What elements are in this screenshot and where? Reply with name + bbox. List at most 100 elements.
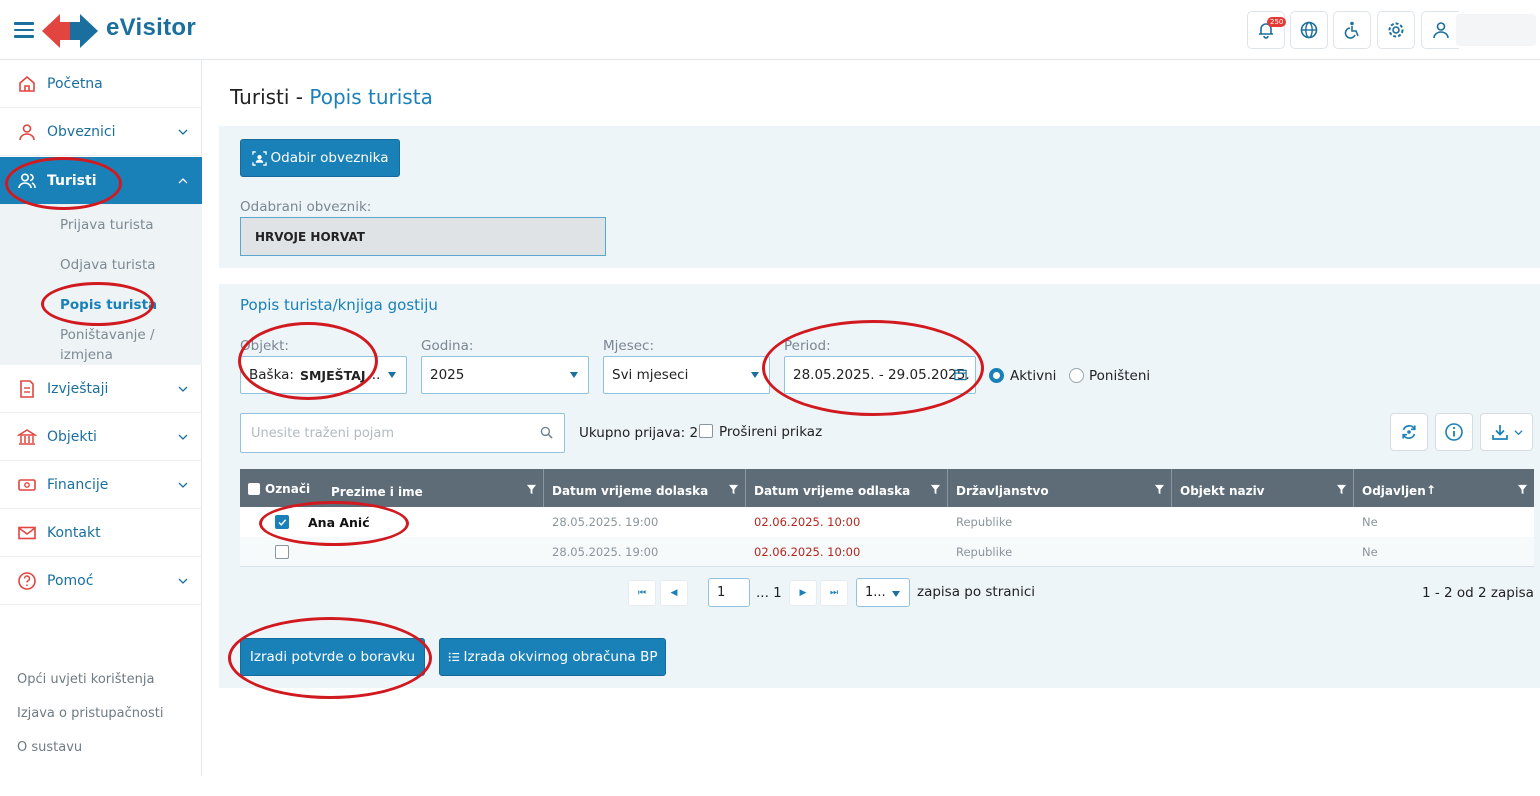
table-row[interactable]: 28.05.2025. 19:00 02.06.2025. 10:00 Repu… <box>240 537 1534 567</box>
extended-view-checkbox[interactable] <box>699 424 713 438</box>
calendar-icon <box>954 368 967 381</box>
menu-toggle-icon[interactable] <box>14 22 34 40</box>
top-header: eVisitor 250 <box>0 0 1540 60</box>
row-checkbox-checked[interactable] <box>275 515 289 529</box>
selected-taxpayer-value: HRVOJE HORVAT <box>255 229 365 244</box>
month-value: Svi mjeseci <box>612 367 689 383</box>
page-size-value: 1... <box>865 585 886 600</box>
status-active-radio[interactable] <box>989 368 1004 383</box>
user-menu-button[interactable] <box>1421 11 1459 49</box>
accessibility-icon <box>1344 21 1359 39</box>
row-departure: 02.06.2025. 10:00 <box>754 545 861 559</box>
submenu-ponistavanje[interactable]: Poništavanje / <box>60 327 155 343</box>
column-header-object-name[interactable]: Objekt naziv <box>1172 469 1354 507</box>
column-header-checked-out[interactable]: Odjavljen ↑ <box>1354 469 1534 507</box>
period-date-range[interactable]: 28.05.2025. - 29.05.2025. <box>784 356 976 394</box>
footer-accessibility-link[interactable]: Izjava o pristupačnosti <box>17 706 163 721</box>
filter-icon[interactable] <box>1154 484 1165 495</box>
column-arrival-label: Datum vrijeme dolaska <box>552 484 709 498</box>
money-icon <box>18 478 36 491</box>
row-checkbox[interactable] <box>275 545 289 559</box>
month-select[interactable]: Svi mjeseci <box>603 356 770 394</box>
footer-about-link[interactable]: O sustavu <box>17 740 82 755</box>
settings-button[interactable] <box>1377 11 1415 49</box>
page-title-prefix: Turisti - <box>230 85 304 109</box>
sidebar-item-izvjestaji[interactable]: Izvještaji <box>0 365 202 413</box>
gear-icon <box>1388 22 1404 38</box>
download-button[interactable] <box>1480 413 1533 451</box>
year-value: 2025 <box>430 367 465 383</box>
sidebar-item-label: Kontakt <box>47 524 101 541</box>
accessibility-button[interactable] <box>1333 11 1371 49</box>
submenu-odjava-turista[interactable]: Odjava turista <box>60 257 156 273</box>
column-header-citizenship[interactable]: Državljanstvo <box>948 469 1172 507</box>
sidebar-item-kontakt[interactable]: Kontakt <box>0 509 202 557</box>
status-cancelled-label: Poništeni <box>1089 368 1151 384</box>
object-label: Objekt: <box>240 338 289 354</box>
turisti-submenu: Prijava turista Odjava turista Popis tur… <box>0 205 202 365</box>
next-page-button[interactable]: ▶ <box>789 580 817 606</box>
notifications-button[interactable]: 250 <box>1247 11 1287 49</box>
column-header-departure[interactable]: Datum vrijeme odlaska <box>746 469 948 507</box>
chevron-up-icon <box>178 177 188 183</box>
section-title: Popis turista/knjiga gostiju <box>240 296 438 314</box>
home-icon <box>19 75 35 92</box>
create-bp-calculation-label: Izrada okvirnog obračuna BP <box>463 649 658 665</box>
list-icon <box>448 652 459 662</box>
row-name: Ana Anić <box>308 514 370 530</box>
last-page-button[interactable]: ⏭ <box>820 580 848 606</box>
person-icon <box>19 123 35 140</box>
filter-icon[interactable] <box>728 484 739 495</box>
sidebar-item-pocetna[interactable]: Početna <box>0 60 202 108</box>
first-page-button[interactable]: ⏮ <box>628 580 656 606</box>
language-button[interactable] <box>1290 11 1328 49</box>
table-row[interactable]: Ana Anić 28.05.2025. 19:00 02.06.2025. 1… <box>240 507 1534 537</box>
year-select[interactable]: 2025 <box>421 356 589 394</box>
filter-icon[interactable] <box>1517 484 1528 495</box>
sidebar-item-financije[interactable]: Financije <box>0 461 202 509</box>
select-all-checkbox[interactable] <box>248 483 260 495</box>
sort-ascending-icon: ↑ <box>1426 483 1437 497</box>
submenu-popis-turista[interactable]: Popis turista <box>60 297 157 313</box>
filter-icon[interactable] <box>526 484 537 495</box>
create-stay-confirmations-button[interactable]: Izradi potvrde o boravku <box>240 638 425 676</box>
object-select[interactable]: Baška: SMJEŠTAJ ... <box>240 356 407 394</box>
row-citizenship: Republike <box>956 515 1013 529</box>
selected-taxpayer-label: Odabrani obveznik: <box>240 199 372 215</box>
user-icon <box>1432 22 1449 39</box>
select-taxpayer-button[interactable]: Odabir obveznika <box>240 139 400 177</box>
info-button[interactable] <box>1435 413 1473 451</box>
next-page-icon: ▶ <box>799 588 807 598</box>
range-label: 1 - 2 od 2 zapisa <box>1422 585 1534 601</box>
table-header: Označi Prezime i ime Datum vrijeme dolas… <box>240 469 1534 507</box>
filter-icon[interactable] <box>1336 484 1347 495</box>
caret-down-icon <box>388 372 396 378</box>
footer-terms-link[interactable]: Opći uvjeti korištenja <box>17 672 154 687</box>
refresh-button[interactable] <box>1390 413 1428 451</box>
search-input[interactable] <box>240 413 565 453</box>
create-stay-confirmations-label: Izradi potvrde o boravku <box>249 649 416 665</box>
page-size-select[interactable]: 1... <box>856 578 910 607</box>
people-icon <box>18 172 36 188</box>
create-bp-calculation-button[interactable]: Izrada okvirnog obračuna BP <box>439 638 666 676</box>
column-header-select-name: Označi Prezime i ime <box>240 469 544 507</box>
column-header-arrival[interactable]: Datum vrijeme dolaska <box>544 469 746 507</box>
period-label: Period: <box>784 338 831 354</box>
user-name-masked <box>1456 14 1536 46</box>
object-value-bold: SMJEŠTAJ <box>299 367 366 383</box>
filter-icon[interactable] <box>930 484 941 495</box>
sidebar-item-obveznici[interactable]: Obveznici <box>0 108 202 156</box>
submenu-prijava-turista[interactable]: Prijava turista <box>60 217 154 233</box>
sidebar-item-pomoc[interactable]: Pomoć <box>0 557 202 605</box>
page-number-input[interactable]: 1 <box>708 578 750 607</box>
status-cancelled-radio[interactable] <box>1069 368 1084 383</box>
per-page-label: zapisa po stranici <box>917 584 1036 600</box>
notification-badge: 250 <box>1267 17 1287 27</box>
column-checked-out-label: Odjavljen <box>1362 484 1426 498</box>
prev-page-button[interactable]: ◀ <box>660 580 688 606</box>
sidebar-item-objekti[interactable]: Objekti <box>0 413 202 461</box>
submenu-izmjena[interactable]: izmjena <box>60 347 113 363</box>
sidebar-item-turisti[interactable]: Turisti <box>0 157 202 205</box>
chevron-down-icon <box>1514 429 1523 435</box>
column-select-label: Označi <box>265 482 311 496</box>
